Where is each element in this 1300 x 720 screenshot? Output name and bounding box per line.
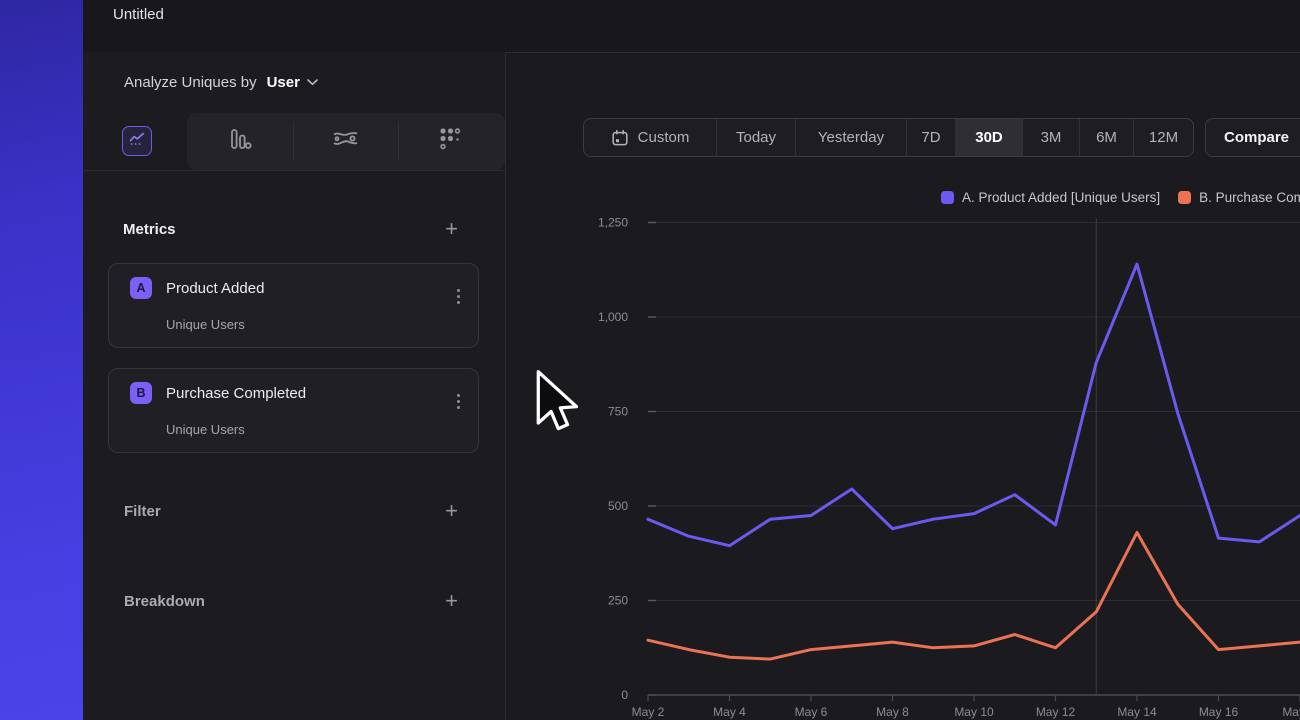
tab-divider (398, 122, 399, 161)
analyze-label: Analyze Uniques by (124, 74, 257, 91)
x-tick-label: May 14 (1117, 705, 1157, 719)
add-breakdown-button[interactable]: + (445, 591, 458, 611)
y-tick-label: 750 (608, 405, 628, 419)
x-tick-label: May 16 (1199, 705, 1239, 719)
x-tick-label: May 12 (1036, 705, 1076, 719)
x-tick-label: May 18 (1282, 705, 1300, 719)
query-builder-panel: Analyze Uniques by User (83, 52, 505, 720)
y-tick-label: 0 (621, 688, 628, 702)
left-gradient-strip (0, 0, 83, 720)
analyze-by-dropdown[interactable]: User (267, 74, 300, 91)
add-filter-button[interactable]: + (445, 501, 458, 521)
metric-options-kebab-icon[interactable] (457, 289, 460, 304)
tab-bar-chart[interactable] (225, 126, 255, 156)
series-line[interactable] (648, 264, 1300, 546)
y-tick-label: 500 (608, 499, 628, 513)
tab-divider (293, 122, 294, 161)
y-tick-label: 1,250 (598, 216, 628, 230)
metric-card-purchase-completed[interactable]: B Purchase Completed Unique Users (108, 368, 479, 453)
mouse-cursor (535, 363, 581, 439)
analyze-row: Analyze Uniques by User (124, 52, 318, 113)
metric-badge-b: B (130, 382, 152, 404)
metric-options-kebab-icon[interactable] (457, 394, 460, 409)
tab-line-chart[interactable] (122, 126, 152, 156)
line-chart[interactable]: 0 250 500 750 1,000 1,250 May 2 May 4 May 6 May 8… (505, 0, 1300, 720)
metric-title: Product Added (166, 280, 264, 297)
bar-chart-icon (228, 127, 252, 156)
add-metric-button[interactable]: + (445, 219, 458, 239)
x-tick-label: May 2 (632, 705, 665, 719)
filter-section-label: Filter (124, 503, 161, 520)
x-tick-label: May 4 (713, 705, 746, 719)
x-tick-label: May 6 (795, 705, 828, 719)
x-tick-label: May 10 (954, 705, 994, 719)
tabstrip-divider (83, 170, 505, 171)
x-tick-label: May 8 (876, 705, 909, 719)
metrics-header: Metrics (123, 221, 176, 238)
chevron-down-icon[interactable] (307, 79, 318, 86)
dot-grid-icon (438, 126, 462, 157)
metric-title: Purchase Completed (166, 385, 306, 402)
metric-card-product-added[interactable]: A Product Added Unique Users (108, 263, 479, 348)
line-chart-icon (129, 132, 145, 151)
page-title: Untitled (113, 6, 164, 23)
metric-subtitle[interactable]: Unique Users (166, 317, 245, 332)
metric-badge-a: A (130, 277, 152, 299)
tab-dot-grid[interactable] (435, 126, 465, 156)
breakdown-section-label: Breakdown (124, 593, 205, 610)
metric-subtitle[interactable]: Unique Users (166, 422, 245, 437)
y-tick-label: 1,000 (598, 310, 628, 324)
y-tick-label: 250 (608, 594, 628, 608)
tab-flow-chart[interactable] (330, 126, 360, 156)
series-line[interactable] (648, 533, 1300, 660)
flow-chart-icon (331, 129, 359, 154)
